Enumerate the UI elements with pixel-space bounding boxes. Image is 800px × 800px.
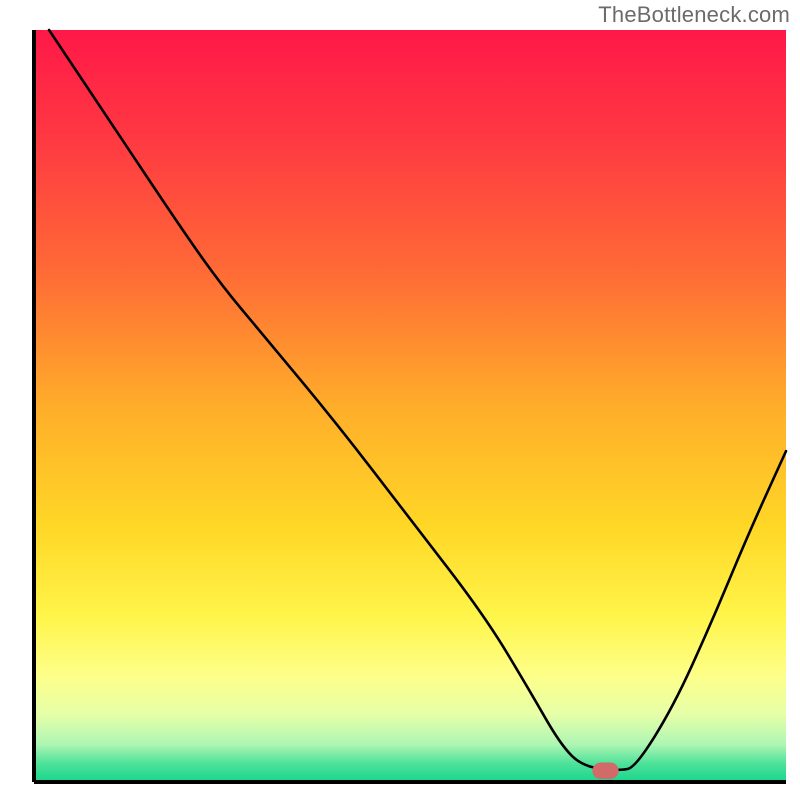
optimal-marker: [592, 762, 618, 779]
watermark-label: TheBottleneck.com: [598, 2, 790, 28]
chart-frame: TheBottleneck.com: [0, 0, 800, 800]
bottleneck-chart: [0, 0, 800, 800]
plot-background: [34, 30, 786, 782]
